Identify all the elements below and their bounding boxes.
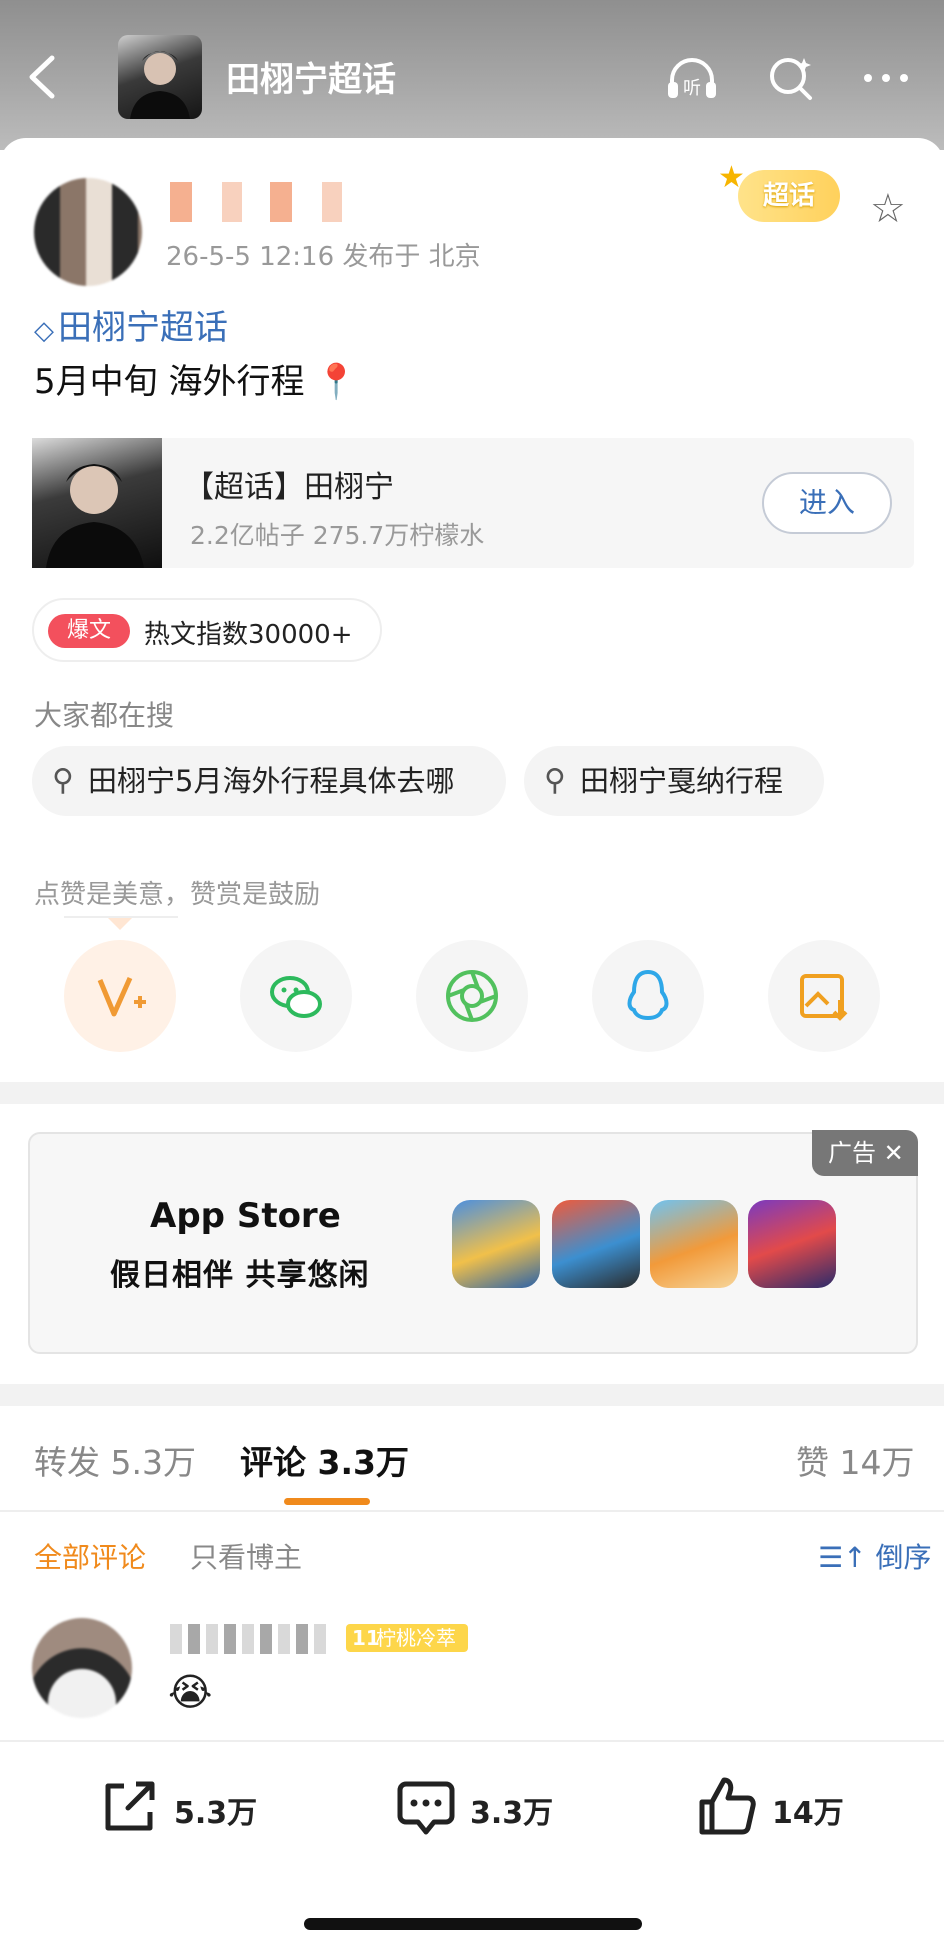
comment-count: 3.3万 bbox=[470, 1796, 554, 1831]
header-title: 田栩宁超话 bbox=[226, 60, 396, 100]
topic-link-label: 田栩宁超话 bbox=[58, 308, 228, 348]
encourage-text: 点赞是美意，赞赏是鼓励 bbox=[34, 880, 321, 910]
qq-icon bbox=[627, 969, 669, 1021]
game-icon-fox[interactable] bbox=[650, 1200, 738, 1288]
sort-icon: ☰↑ bbox=[818, 1541, 867, 1574]
headphones-icon: 听 bbox=[668, 58, 716, 99]
search-chip-label: 田栩宁5月海外行程具体去哪 bbox=[88, 764, 455, 798]
person-portrait-icon bbox=[130, 51, 190, 119]
repost-count: 5.3万 bbox=[174, 1796, 258, 1831]
share-moments-button[interactable] bbox=[416, 940, 528, 1052]
ad-tag-label: 广告 bbox=[828, 1139, 876, 1167]
share-wechat-button[interactable] bbox=[240, 940, 352, 1052]
post-time-location: 26-5-5 12:16 发布于 北京 bbox=[166, 242, 481, 272]
listen-button[interactable]: 听 bbox=[664, 52, 720, 104]
commenter-avatar[interactable] bbox=[32, 1618, 132, 1718]
save-image-icon bbox=[800, 974, 848, 1021]
search-heading: 大家都在搜 bbox=[34, 699, 175, 732]
reward-button[interactable] bbox=[64, 940, 176, 1052]
section-gap bbox=[0, 1082, 944, 1104]
more-button[interactable] bbox=[858, 52, 914, 104]
wechat-icon bbox=[270, 976, 322, 1018]
chaohua-badge: 超话 bbox=[738, 170, 840, 222]
like-count: 14万 bbox=[772, 1796, 844, 1831]
comment-action[interactable]: 3.3万 bbox=[394, 1774, 564, 1844]
divider bbox=[0, 1510, 944, 1512]
share-qq-button[interactable] bbox=[592, 940, 704, 1052]
fan-badge-label: 柠桃冷萃 bbox=[376, 1626, 456, 1650]
filter-all-comments[interactable]: 全部评论 bbox=[34, 1536, 146, 1576]
search-icon: ⚲ bbox=[52, 763, 74, 798]
ad-brand-label: App Store bbox=[150, 1196, 341, 1236]
topic-name: 【超话】田栩宁 bbox=[184, 470, 394, 505]
game-icon-king[interactable] bbox=[452, 1200, 540, 1288]
fan-level: 11 bbox=[352, 1626, 380, 1650]
author-name-blurred[interactable] bbox=[170, 182, 370, 222]
person-portrait-icon bbox=[46, 464, 144, 568]
reward-icon bbox=[97, 976, 146, 1017]
pointer-triangle bbox=[108, 918, 132, 930]
search-chip[interactable]: ⚲ 田栩宁5月海外行程具体去哪 bbox=[32, 746, 506, 816]
topic-avatar[interactable] bbox=[118, 35, 202, 119]
moments-icon bbox=[446, 970, 498, 1022]
thumbs-up-icon bbox=[699, 1777, 756, 1835]
comment-emoji: 😭 bbox=[168, 1670, 213, 1714]
sort-button[interactable]: ☰↑ 倒序 bbox=[818, 1536, 931, 1576]
topic-stats: 2.2亿帖子 275.7万柠檬水 bbox=[190, 521, 485, 550]
repost-icon bbox=[105, 1781, 155, 1831]
commenter-name-blurred[interactable] bbox=[170, 1624, 332, 1654]
tab-repost[interactable]: 转发 5.3万 bbox=[34, 1436, 196, 1484]
chevron-left-icon bbox=[29, 55, 55, 99]
author-avatar[interactable] bbox=[34, 178, 142, 286]
section-gap bbox=[0, 1384, 944, 1406]
diamond-icon: ◇ bbox=[34, 316, 54, 346]
more-dots-icon bbox=[864, 74, 908, 82]
hot-index-text: 热文指数30000+ bbox=[144, 620, 353, 650]
post-body: 5月中旬 海外行程 bbox=[34, 362, 305, 402]
ad-close-button[interactable]: 广告 ✕ bbox=[812, 1130, 918, 1176]
ad-slogan: 假日相伴 共享悠闲 bbox=[110, 1258, 370, 1293]
search-icon: ⚲ bbox=[544, 763, 566, 798]
comment-icon bbox=[397, 1781, 455, 1835]
like-action[interactable]: 14万 bbox=[696, 1774, 856, 1844]
enter-button[interactable]: 进入 bbox=[762, 472, 892, 534]
search-button[interactable] bbox=[764, 52, 820, 104]
tab-comments[interactable]: 评论 3.3万 bbox=[240, 1436, 409, 1484]
back-button[interactable] bbox=[22, 52, 62, 102]
save-image-button[interactable] bbox=[768, 940, 880, 1052]
ad-brand: App Store bbox=[150, 1196, 341, 1236]
map-pin-icon: 📍 bbox=[315, 362, 358, 402]
post-text: 5月中旬 海外行程 📍 bbox=[34, 354, 358, 403]
active-tab-indicator bbox=[284, 1498, 370, 1505]
svg-text:听: 听 bbox=[683, 78, 701, 99]
search-chip[interactable]: ⚲ 田栩宁戛纳行程 bbox=[524, 746, 824, 816]
home-indicator[interactable] bbox=[304, 1918, 642, 1930]
tab-likes[interactable]: 赞 14万 bbox=[796, 1436, 914, 1484]
game-icon-monster[interactable] bbox=[552, 1200, 640, 1288]
topic-link[interactable]: ◇ 田栩宁超话 bbox=[34, 300, 228, 349]
game-icon-hero[interactable] bbox=[748, 1200, 836, 1288]
topic-card[interactable]: 【超话】田栩宁 2.2亿帖子 275.7万柠檬水 进入 bbox=[32, 438, 914, 568]
filter-author-only[interactable]: 只看博主 bbox=[190, 1536, 302, 1576]
hot-tag: 爆文 bbox=[48, 614, 130, 648]
search-chip-label: 田栩宁戛纳行程 bbox=[580, 764, 784, 798]
hot-index-pill[interactable]: 爆文 热文指数30000+ bbox=[32, 598, 382, 662]
repost-action[interactable]: 5.3万 bbox=[98, 1774, 268, 1844]
favorite-star-icon[interactable]: ☆ bbox=[870, 186, 906, 232]
topic-thumbnail bbox=[32, 438, 162, 568]
fan-level-badge: 11 柠桃冷萃 bbox=[346, 1624, 468, 1652]
sort-label: 倒序 bbox=[875, 1541, 932, 1574]
search-icon bbox=[770, 58, 812, 100]
